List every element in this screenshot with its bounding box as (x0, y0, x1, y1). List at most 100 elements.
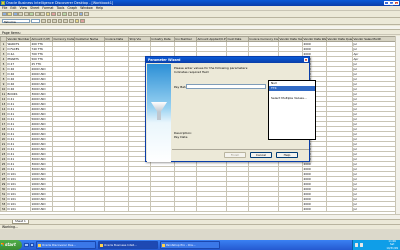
finish-button[interactable]: Finish (224, 152, 246, 158)
show-desktop-icon[interactable] (24, 242, 29, 248)
align-right-icon[interactable] (68, 18, 74, 24)
bold-icon[interactable] (41, 18, 46, 24)
table-cell[interactable] (326, 206, 353, 212)
menu-item-edit[interactable]: Edit (10, 6, 16, 10)
menu-item-window[interactable]: Window (80, 6, 93, 10)
menu-item-sheet[interactable]: Sheet (30, 6, 39, 10)
minimize-button[interactable]: – (384, 0, 389, 5)
vertical-scrollbar[interactable] (395, 36, 400, 214)
table-row[interactable]: 34 D 101 1000 USD 2009 Jul (0, 206, 400, 212)
filter-icon[interactable] (62, 11, 67, 17)
taskbar-item-business-intelligence[interactable]: Oracle Business Intell... (98, 241, 158, 249)
dialog-title: Parameter Wizard (148, 58, 181, 62)
new-icon[interactable] (2, 11, 7, 17)
taskbar-item-discoverer[interactable]: Oracle Discoverer Des... (36, 241, 96, 249)
table-cell[interactable] (150, 206, 175, 212)
window-title: Oracle Business Intelligence Discoverer … (6, 1, 114, 5)
clock-date: 10/31/09 (386, 246, 398, 250)
column-header[interactable]: Amount Applied(U.P) (196, 36, 227, 42)
table-cell[interactable] (174, 206, 197, 212)
maximize-button[interactable]: □ (389, 0, 394, 5)
table-cell[interactable] (128, 206, 151, 212)
align-center-icon[interactable] (63, 18, 68, 24)
volume-icon[interactable] (359, 243, 364, 247)
column-header[interactable]: Amount (U.P) (30, 36, 53, 42)
standard-toolbar (0, 11, 400, 18)
network-icon[interactable] (355, 243, 359, 247)
table-cell[interactable] (52, 206, 75, 212)
table-cell[interactable] (104, 206, 129, 212)
cut-icon[interactable] (29, 11, 35, 17)
menu-item-tools[interactable]: Tools (57, 6, 65, 10)
graph-icon[interactable] (51, 11, 56, 17)
clock[interactable]: 11:06 Sat 10/31/09 (386, 240, 400, 250)
column-header[interactable]: Vendor Date Year (278, 36, 303, 42)
quick-launch (24, 242, 34, 248)
table-cell[interactable]: D 101 (6, 206, 31, 212)
dropdown-option[interactable]: Select Multiple Values... (269, 96, 315, 101)
help-button[interactable]: Help (276, 152, 298, 158)
column-header[interactable]: Vendor Date Quarter (326, 36, 353, 42)
table-cell[interactable] (278, 206, 303, 212)
dialog-prompt: Please enter values for the following pa… (174, 66, 304, 74)
menu-item-graph[interactable]: Graph (67, 6, 77, 10)
help-icon[interactable] (84, 11, 89, 17)
table-cell[interactable]: 2009 (302, 206, 327, 212)
start-button[interactable]: start (0, 240, 22, 250)
column-header[interactable]: Currency Code (52, 36, 75, 42)
close-button[interactable]: × (394, 0, 399, 5)
column-header[interactable]: Vendor Date Week (302, 36, 327, 42)
taskbar: start Oracle Discoverer Des... Oracle Bu… (0, 240, 400, 250)
menu-item-help[interactable]: Help (96, 6, 103, 10)
totals-icon[interactable] (67, 11, 73, 17)
grid-header-row: Vendor Number Amount (U.P) Currency Code Cu… (0, 36, 400, 42)
align-left-icon[interactable] (57, 18, 63, 24)
menu-item-view[interactable]: View (20, 6, 28, 10)
format-toolbar: Tahoma (0, 18, 400, 25)
description-block: Description: Pay Date (174, 131, 192, 139)
print-preview-icon[interactable] (23, 11, 29, 17)
funnel-icon (151, 102, 167, 112)
underline-icon[interactable] (52, 18, 57, 24)
print-icon[interactable] (18, 11, 24, 17)
percent-icon[interactable] (73, 11, 78, 17)
table-cell[interactable] (226, 206, 249, 212)
save-icon[interactable] (12, 11, 18, 17)
description-value: Pay Date (174, 135, 188, 139)
column-header[interactable]: Invoice Currency Code (248, 36, 279, 42)
column-header[interactable]: Industry Date (150, 36, 175, 42)
cancel-button[interactable]: Cancel (250, 152, 272, 158)
font-select[interactable]: Tahoma (2, 18, 30, 24)
pay-batch-input[interactable] (186, 83, 266, 89)
font-size-select[interactable] (31, 18, 40, 24)
fill-color-icon[interactable] (74, 18, 80, 24)
copy-icon[interactable] (34, 11, 40, 17)
window-controls: – □ × (384, 0, 399, 5)
italic-icon[interactable] (46, 18, 52, 24)
drill-icon[interactable] (78, 11, 84, 17)
table-cell[interactable] (74, 206, 105, 212)
pay-batch-dropdown-list: Null TTK Select Multiple Values... (268, 80, 316, 140)
menu-item-file[interactable]: File (2, 6, 7, 10)
menu-item-format[interactable]: Format (42, 6, 53, 10)
sheet-tabs: Sheet 1 (0, 219, 400, 224)
workspace-background (0, 229, 400, 240)
required-note: Indicates required field (174, 70, 209, 75)
taskbar-item-paintshop[interactable]: Paintshop Pro - Ora... (160, 241, 220, 249)
table-cell[interactable] (196, 206, 227, 212)
table-cell[interactable]: 1000 USD (30, 206, 53, 212)
table-cell[interactable] (248, 206, 279, 212)
font-color-icon[interactable] (80, 18, 85, 24)
funnel-stem (157, 112, 161, 120)
sort-icon[interactable] (56, 11, 62, 17)
open-icon[interactable] (7, 11, 13, 17)
browser-icon[interactable] (29, 242, 34, 248)
app-icon (1, 1, 5, 5)
refresh-icon[interactable] (45, 11, 51, 17)
paste-icon[interactable] (40, 11, 45, 17)
column-header[interactable]: Vendor Number (6, 36, 31, 42)
formula-bar (0, 26, 400, 30)
table-cell[interactable]: Jul (352, 206, 400, 212)
dialog-close-button[interactable]: × (303, 57, 309, 62)
dialog-title-bar: Parameter Wizard × (146, 57, 309, 63)
